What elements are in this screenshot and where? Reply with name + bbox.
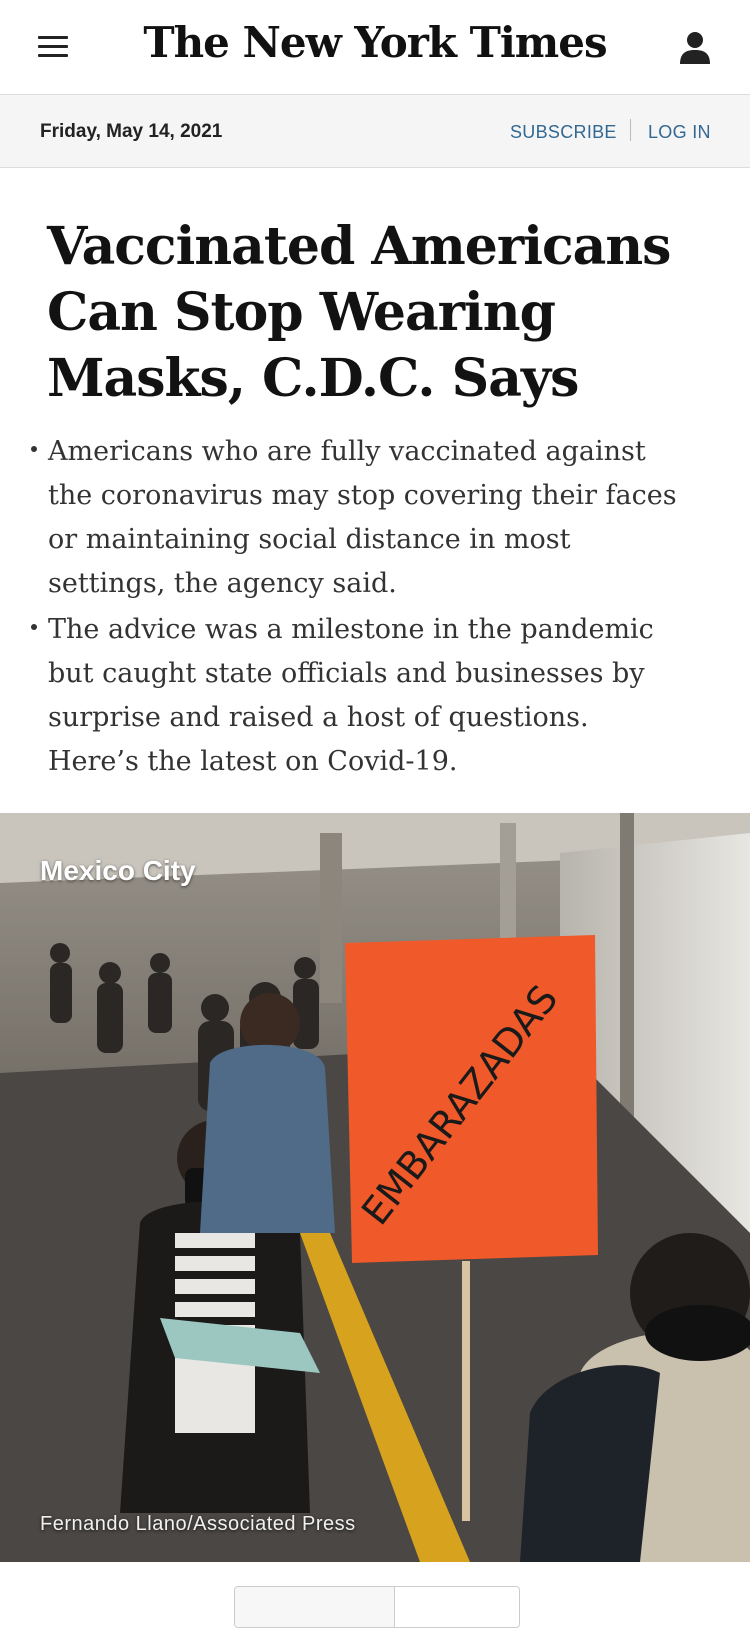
subscribe-link[interactable]: SUBSCRIBE: [510, 122, 617, 143]
summary-bullet-list: Americans who are fully vaccinated again…: [0, 430, 750, 786]
article-headline[interactable]: Vaccinated Americans Can Stop Wearing Ma…: [47, 214, 727, 412]
pager-next-button[interactable]: [395, 1587, 519, 1627]
nyt-logo[interactable]: The New York Times: [0, 18, 750, 67]
current-date: Friday, May 14, 2021: [40, 121, 223, 142]
user-icon[interactable]: [678, 30, 712, 66]
link-divider: [630, 119, 631, 141]
summary-bullet[interactable]: Americans who are fully vaccinated again…: [0, 430, 688, 606]
login-link[interactable]: LOG IN: [648, 122, 711, 143]
pager-previous-button[interactable]: [235, 1587, 395, 1627]
photo-credit: Fernando Llano/Associated Press: [40, 1513, 356, 1535]
photo-illustration: EMBARAZADAS: [0, 813, 750, 1562]
top-navigation-bar: The New York Times: [0, 0, 750, 95]
bullet-dot: [31, 624, 37, 630]
summary-bullet-text: Americans who are fully vaccinated again…: [48, 436, 677, 599]
photo-location-label: Mexico City: [40, 855, 196, 886]
bullet-dot: [31, 446, 37, 452]
lead-photo[interactable]: EMBARAZADAS Mexico City Fernando Llano/A…: [0, 813, 750, 1562]
summary-bullet-text: The advice was a milestone in the pandem…: [48, 614, 654, 777]
summary-bullet[interactable]: The advice was a milestone in the pandem…: [0, 608, 688, 784]
date-bar: Friday, May 14, 2021 SUBSCRIBE LOG IN: [0, 95, 750, 168]
slideshow-pager: [234, 1586, 520, 1628]
